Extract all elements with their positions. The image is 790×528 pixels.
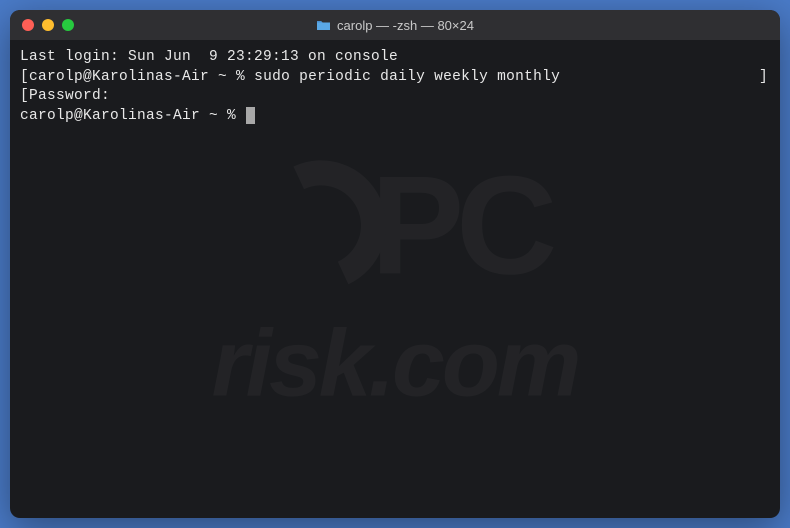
terminal-line-command: [carolp@Karolinas-Air ~ % sudo periodic … bbox=[20, 68, 770, 88]
cursor-icon bbox=[246, 107, 255, 124]
bracket-open: [ bbox=[20, 88, 29, 104]
terminal-line-last-login: Last login: Sun Jun 9 23:29:13 on consol… bbox=[20, 48, 770, 68]
terminal-window: carolp — -zsh — 80×24 PC risk.com Last l… bbox=[10, 10, 780, 518]
terminal-line-prompt: carolp@Karolinas-Air ~ % bbox=[20, 107, 770, 127]
terminal-body[interactable]: PC risk.com Last login: Sun Jun 9 23:29:… bbox=[10, 40, 780, 518]
maximize-icon[interactable] bbox=[62, 19, 74, 31]
watermark-logo-text: PC bbox=[371, 130, 549, 319]
close-icon[interactable] bbox=[22, 19, 34, 31]
folder-icon bbox=[316, 19, 331, 31]
watermark-logo: PC bbox=[241, 130, 549, 319]
traffic-lights bbox=[22, 19, 74, 31]
command-text: sudo periodic daily weekly monthly bbox=[254, 69, 560, 85]
window-title: carolp — -zsh — 80×24 bbox=[337, 18, 474, 33]
watermark-domain: risk.com bbox=[212, 299, 579, 427]
last-login-text: Last login: Sun Jun 9 23:29:13 on consol… bbox=[20, 49, 398, 65]
titlebar[interactable]: carolp — -zsh — 80×24 bbox=[10, 10, 780, 40]
minimize-icon[interactable] bbox=[42, 19, 54, 31]
watermark-circle-icon bbox=[237, 142, 404, 309]
bracket-close: ] bbox=[759, 68, 768, 88]
password-prompt: Password: bbox=[29, 88, 110, 104]
shell-prompt: carolp@Karolinas-Air ~ % bbox=[20, 108, 245, 124]
window-title-wrap: carolp — -zsh — 80×24 bbox=[22, 18, 768, 33]
bracket-open: [ bbox=[20, 69, 29, 85]
shell-prompt: carolp@Karolinas-Air ~ % bbox=[29, 69, 254, 85]
watermark: PC risk.com bbox=[95, 130, 695, 427]
terminal-line-password: [Password: bbox=[20, 87, 770, 107]
